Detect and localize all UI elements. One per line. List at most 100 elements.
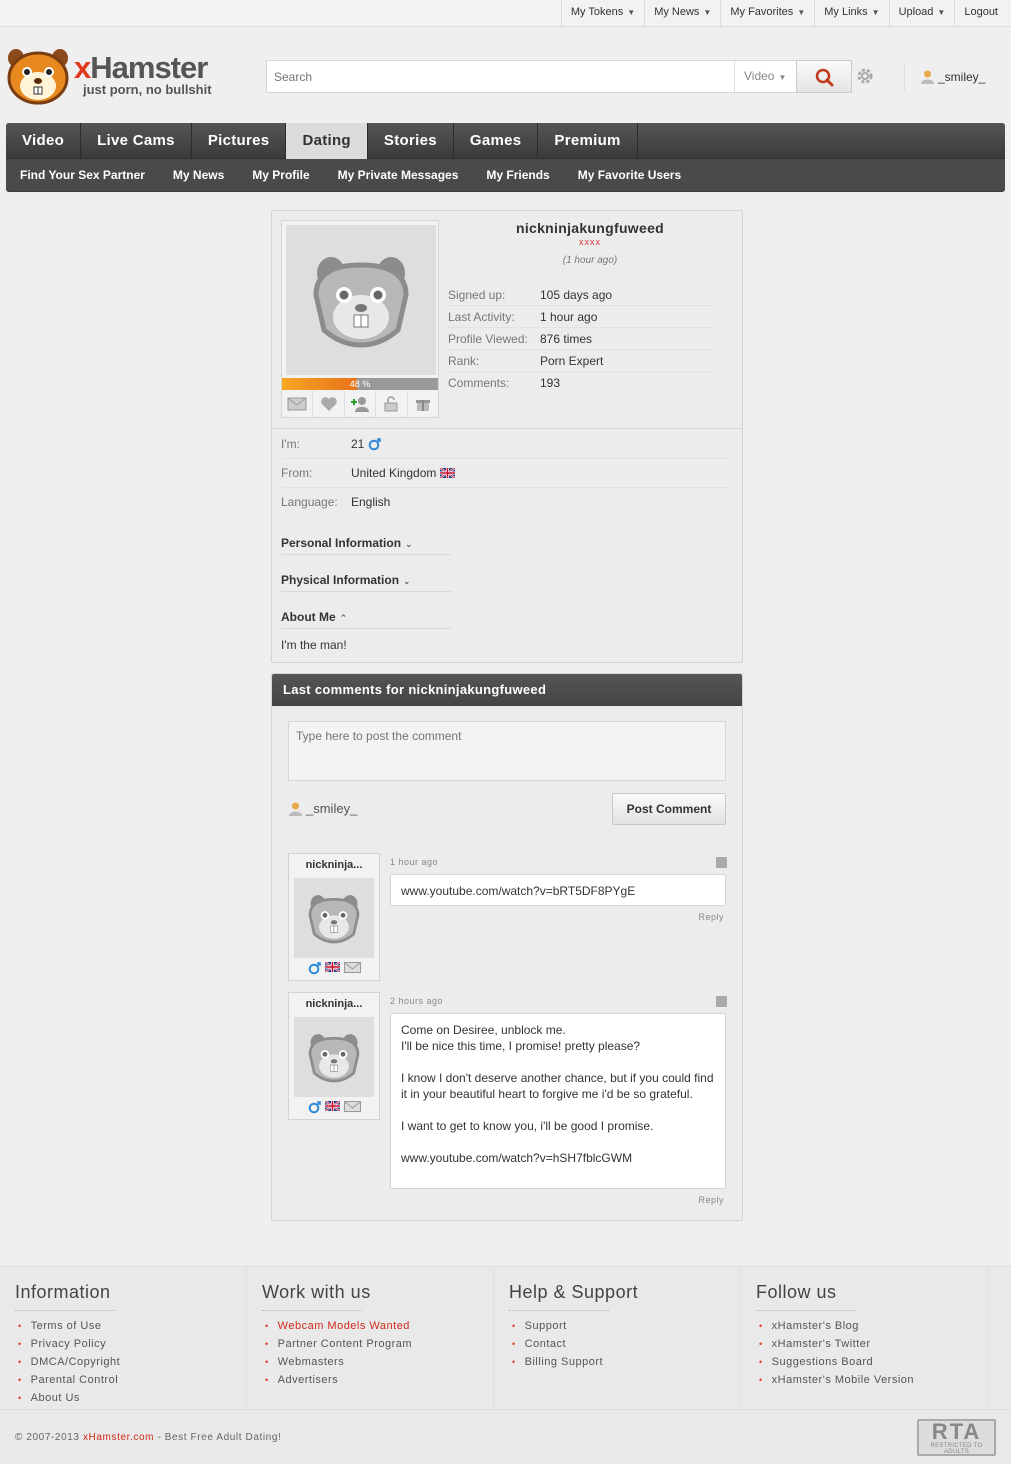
footer-link-webmasters[interactable]: • Webmasters: [265, 1353, 412, 1371]
info-value: 21: [351, 430, 382, 458]
footer-link-terms-of-use[interactable]: • Terms of Use: [18, 1317, 120, 1335]
nav-tab-stories[interactable]: Stories: [368, 123, 454, 159]
comment-author-card[interactable]: nickninja...: [288, 992, 380, 1120]
chevron-down-icon: ▼: [937, 8, 946, 17]
profile-panel: 48 % nickninjakungfuweed xxxx (1 hour ag…: [271, 210, 743, 663]
nav-tab-video[interactable]: Video: [6, 123, 82, 159]
toplink-my-favorites[interactable]: My Favorites ▼: [720, 0, 814, 26]
comment-author-name: nickninja...: [305, 998, 363, 1010]
section-title: Physical Information: [281, 573, 400, 587]
send-gift-button[interactable]: [408, 391, 438, 417]
rta-badge[interactable]: RTA RESTRICTED TO ADULTS: [917, 1419, 996, 1456]
nav-tab-dating[interactable]: Dating: [286, 123, 368, 159]
subnav-item-my-friends[interactable]: My Friends: [472, 159, 563, 191]
bullet-icon: •: [265, 1339, 269, 1349]
chevron-down-icon: ▼: [703, 8, 712, 17]
profile-rating-marker: xxxx: [579, 237, 601, 247]
post-comment-button[interactable]: Post Comment: [612, 793, 726, 825]
reply-link[interactable]: Reply: [390, 1195, 724, 1205]
username-label: _smiley_: [938, 70, 986, 84]
footer-link-label: Parental Control: [30, 1374, 119, 1386]
subnav-item-my-private-messages[interactable]: My Private Messages: [324, 159, 473, 191]
report-flag-icon[interactable]: [716, 996, 727, 1007]
nav-tab-live-cams[interactable]: Live Cams: [81, 123, 192, 159]
footer-link-billing-support[interactable]: • Billing Support: [512, 1353, 603, 1371]
chevron-down-icon: ⌄: [403, 576, 411, 586]
footer-link-suggestions-board[interactable]: • Suggestions Board: [759, 1353, 914, 1371]
envelope-icon: [343, 962, 361, 973]
footer-link-xhamster-s-blog[interactable]: • xHamster's Blog: [759, 1317, 914, 1335]
toplink-my-news[interactable]: My News ▼: [644, 0, 720, 26]
toplink-label: My News: [654, 6, 700, 18]
search-icon: [815, 68, 834, 87]
comment-time: 1 hour ago: [390, 857, 439, 867]
stat-value: 105 days ago: [540, 288, 613, 302]
comment-author-name: nickninja...: [305, 859, 363, 871]
male-icon: [369, 437, 382, 450]
avatar[interactable]: [294, 878, 374, 958]
profile-username: nickninjakungfuweed: [515, 220, 665, 236]
comments-panel: Last comments for nickninjakungfuweed _s…: [271, 673, 743, 1221]
site-logo[interactable]: xHamster just porn, no bullshit: [6, 46, 246, 106]
comment-author-card[interactable]: nickninja...: [288, 853, 380, 981]
toplink-upload[interactable]: Upload ▼: [888, 0, 955, 26]
profile-basic-info: I'm: 21 From: United Kingdom Language: Englis…: [281, 430, 731, 517]
footer-bottom: © 2007-2013 xHamster.com - Best Free Adu…: [0, 1409, 1011, 1464]
reply-link[interactable]: Reply: [390, 912, 724, 922]
send-message-button[interactable]: [282, 391, 314, 417]
search-type-select[interactable]: Video ▼: [734, 61, 796, 92]
unlock-button[interactable]: [376, 391, 408, 417]
divider: [262, 1310, 362, 1311]
message-author-button[interactable]: [343, 962, 361, 976]
add-friend-button[interactable]: [345, 391, 377, 417]
footer-link-contact[interactable]: • Contact: [512, 1335, 603, 1353]
footer-link-partner-content-program[interactable]: • Partner Content Program: [265, 1335, 412, 1353]
footer-column-work-with-us: Work with us • Webcam Models Wanted • Partne…: [247, 1267, 494, 1407]
physical-information-toggle[interactable]: Physical Information ⌄: [281, 573, 451, 592]
footer-link-xhamster-s-mobile-version[interactable]: • xHamster's Mobile Version: [759, 1371, 914, 1389]
user-menu[interactable]: _smiley_: [904, 62, 985, 92]
message-author-button[interactable]: [343, 1101, 361, 1115]
footer-column-title: Help & Support: [509, 1282, 639, 1302]
add-favorite-button[interactable]: [313, 391, 345, 417]
footer-link-parental-control[interactable]: • Parental Control: [18, 1371, 120, 1389]
brand-link[interactable]: xHamster.com: [83, 1432, 154, 1443]
footer-link-dmca-copyright[interactable]: • DMCA/Copyright: [18, 1353, 120, 1371]
gear-icon[interactable]: [856, 67, 874, 85]
subnav-item-my-profile[interactable]: My Profile: [238, 159, 323, 191]
default-hamster-avatar-icon: [308, 895, 360, 944]
logo-tagline: just porn, no bullshit: [83, 82, 212, 97]
footer-link-about-us[interactable]: • About Us: [18, 1389, 120, 1407]
stat-label: Signed up:: [448, 288, 506, 302]
subnav-item-my-favorite-users[interactable]: My Favorite Users: [564, 159, 695, 191]
toplink-my-links[interactable]: My Links ▼: [814, 0, 888, 26]
personal-information-toggle[interactable]: Personal Information ⌄: [281, 536, 451, 555]
nav-tab-games[interactable]: Games: [454, 123, 539, 159]
footer-link-label: DMCA/Copyright: [30, 1356, 121, 1368]
nav-tab-pictures[interactable]: Pictures: [192, 123, 287, 159]
footer-link-support[interactable]: • Support: [512, 1317, 603, 1335]
footer-link-privacy-policy[interactable]: • Privacy Policy: [18, 1335, 120, 1353]
toplink-logout[interactable]: Logout: [954, 0, 1007, 26]
search-button[interactable]: [796, 60, 852, 93]
main-navigation: Video Live Cams Pictures Dating Stories Games…: [6, 123, 1005, 192]
report-flag-icon[interactable]: [716, 857, 727, 868]
subnav-item-my-news[interactable]: My News: [159, 159, 238, 191]
about-me-toggle[interactable]: About Me ⌃: [281, 610, 451, 629]
footer-link-label: Advertisers: [277, 1374, 339, 1386]
avatar[interactable]: [294, 1017, 374, 1097]
nav-tab-premium[interactable]: Premium: [538, 123, 638, 159]
comment-input[interactable]: [288, 721, 726, 781]
info-row: Language: English: [281, 488, 731, 517]
footer-link-xhamster-s-twitter[interactable]: • xHamster's Twitter: [759, 1335, 914, 1353]
stat-label: Rank:: [448, 354, 480, 368]
search-input[interactable]: [267, 61, 734, 92]
comment-text: www.youtube.com/watch?v=bRT5DF8PYgE: [390, 874, 726, 906]
toplink-my-tokens[interactable]: My Tokens ▼: [560, 0, 644, 26]
subnav-item-find-your-sex-partner[interactable]: Find Your Sex Partner: [6, 159, 159, 191]
footer-link-webcam-models-wanted[interactable]: • Webcam Models Wanted: [265, 1317, 412, 1335]
footer-link-label: About Us: [30, 1392, 80, 1404]
stat-row: Profile Viewed: 876 times: [448, 328, 716, 350]
footer-link-advertisers[interactable]: • Advertisers: [265, 1371, 412, 1389]
avatar[interactable]: [286, 225, 436, 375]
